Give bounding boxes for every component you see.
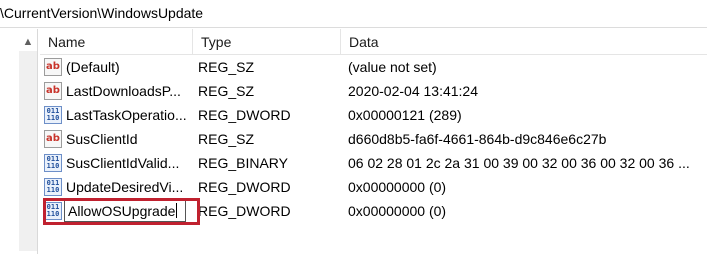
table-row[interactable]: 011 110 LastTaskOperatio... REG_DWORD 0x… — [40, 103, 707, 127]
address-bar[interactable]: \CurrentVersion\WindowsUpdate — [0, 0, 707, 28]
value-name: LastTaskOperatio... — [66, 107, 187, 123]
table-row[interactable]: 011 110 UpdateDesiredVi... REG_DWORD 0x0… — [40, 175, 707, 199]
binary-value-icon: 011 110 — [44, 202, 62, 220]
value-type: REG_SZ — [198, 59, 255, 75]
value-name: UpdateDesiredVi... — [66, 179, 184, 195]
string-value-icon: ab — [44, 82, 62, 100]
value-data: 2020-02-04 13:41:24 — [348, 83, 478, 99]
value-type: REG_DWORD — [198, 203, 291, 219]
binary-value-icon: 011 110 — [44, 154, 62, 172]
string-value-icon: ab — [44, 58, 62, 76]
list-header: Name Type Data — [40, 29, 707, 55]
values-list[interactable]: Name Type Data ab (Default) REG_SZ (valu… — [40, 29, 707, 254]
table-row[interactable]: ab LastDownloadsP... REG_SZ 2020-02-04 1… — [40, 79, 707, 103]
column-header-type[interactable]: Type — [192, 29, 340, 55]
rename-input[interactable]: AllowOSUpgrade — [64, 200, 186, 222]
scroll-up-arrow-icon[interactable]: ▲ — [19, 34, 37, 50]
vertical-scrollbar[interactable] — [19, 51, 37, 251]
value-data: 06 02 28 01 2c 2a 31 00 39 00 32 00 36 0… — [348, 155, 690, 171]
text-caret — [176, 203, 178, 218]
value-data: (value not set) — [348, 59, 437, 75]
value-data: 0x00000121 (289) — [348, 107, 462, 123]
string-value-icon: ab — [44, 130, 62, 148]
table-row-editing[interactable]: 011 110 AllowOSUpgrade REG_DWORD 0x00000… — [40, 198, 707, 225]
value-name: (Default) — [66, 59, 120, 75]
column-header-data[interactable]: Data — [340, 29, 707, 55]
binary-value-icon: 011 110 — [44, 178, 62, 196]
column-header-name[interactable]: Name — [40, 29, 192, 55]
value-type: REG_SZ — [198, 131, 255, 147]
value-name: SusClientIdValid... — [66, 155, 180, 171]
value-name: LastDownloadsP... — [66, 83, 181, 99]
value-type: REG_SZ — [198, 83, 255, 99]
address-path: \CurrentVersion\WindowsUpdate — [0, 5, 204, 21]
table-row[interactable]: ab SusClientId REG_SZ d660d8b5-fa6f-4661… — [40, 127, 707, 151]
value-type: REG_BINARY — [198, 155, 288, 171]
rename-input-text: AllowOSUpgrade — [68, 203, 176, 219]
value-data: 0x00000000 (0) — [348, 203, 447, 219]
value-type: REG_DWORD — [198, 179, 291, 195]
value-data: d660d8b5-fa6f-4661-864b-d9c846e6c27b — [348, 131, 607, 147]
value-name: SusClientId — [66, 131, 138, 147]
binary-value-icon: 011 110 — [44, 106, 62, 124]
value-type: REG_DWORD — [198, 107, 291, 123]
table-row[interactable]: 011 110 SusClientIdValid... REG_BINARY 0… — [40, 151, 707, 175]
tree-pane[interactable]: ▲ — [0, 29, 38, 254]
table-row[interactable]: ab (Default) REG_SZ (value not set) — [40, 55, 707, 79]
value-data: 0x00000000 (0) — [348, 179, 447, 195]
